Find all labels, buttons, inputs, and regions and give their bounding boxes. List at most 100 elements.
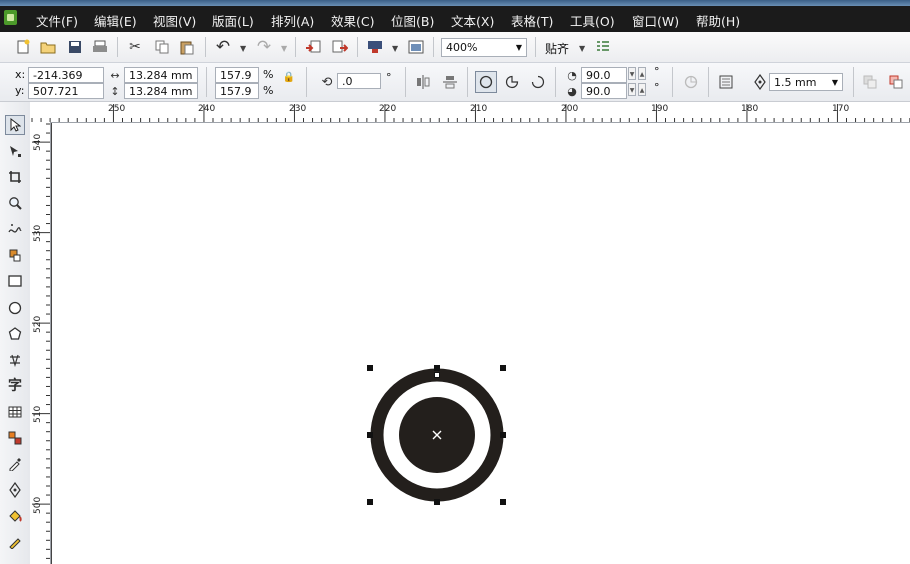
to-front-icon[interactable] [861,73,879,91]
y-position-field[interactable]: 507.721 mm [28,83,104,114]
ruler-h-label: 200 [561,104,579,114]
toolbar-separator [535,37,536,57]
menu-edit[interactable]: 编辑(E) [94,11,137,30]
snap-to-button[interactable]: 贴齐 [545,40,569,57]
undo-icon[interactable]: ↶ [214,37,232,57]
menu-bitmaps[interactable]: 位图(B) [391,11,434,30]
scale-x-field[interactable]: 157.9 [215,67,259,83]
menu-window[interactable]: 窗口(W) [632,11,679,30]
wrap-text-icon[interactable] [717,73,735,91]
polygon-tool-icon[interactable] [5,324,25,344]
scale-x-percent-label: % [263,68,274,81]
propbar-separator [672,67,673,97]
object-width-field[interactable]: 13.284 mm [124,67,198,83]
eyedropper-tool-icon[interactable] [5,454,25,474]
ruler-h-label: 240 [198,104,216,114]
propbar-separator [555,67,556,97]
basic-shapes-tool-icon[interactable] [5,350,25,370]
blend-tool-icon[interactable] [5,428,25,448]
menu-table[interactable]: 表格(T) [511,11,553,30]
height-icon: ↕ [110,84,120,98]
arc-mode-icon[interactable] [529,73,547,91]
menu-file[interactable]: 文件(F) [36,11,78,30]
rectangle-tool-icon[interactable] [5,271,25,291]
menu-tools[interactable]: 工具(O) [570,11,615,30]
selected-ellipse-group[interactable] [360,360,512,512]
ellipse-mode-icon[interactable] [475,71,497,93]
chevron-down-icon: ▼ [831,78,838,87]
toolbar-separator [433,37,434,57]
direction-icon[interactable] [682,73,700,91]
end-angle-spinner-down[interactable]: ▼ [628,83,636,96]
snap-dropdown-arrow[interactable]: ▼ [579,44,585,53]
ruler-v-label: 520 [33,315,43,333]
interactive-fill-tool-icon[interactable] [5,532,25,552]
launcher-dropdown-arrow[interactable]: ▼ [392,44,398,53]
scale-y-field[interactable]: 157.9 [215,83,259,99]
coreldraw-app-icon[interactable] [4,10,17,25]
propbar-separator [306,67,307,97]
scissors-icon[interactable]: ✂ [126,38,144,56]
selection-handle-bottom-right[interactable] [500,499,506,505]
propbar-separator [405,67,406,97]
selection-handle-bottom[interactable] [434,499,440,505]
end-angle-spinner-up[interactable]: ▲ [638,83,646,96]
start-angle-degree-label: ° [654,65,660,78]
open-folder-icon[interactable] [39,38,57,56]
object-height-field[interactable]: 13.284 mm [124,83,198,99]
outline-tool-icon[interactable] [5,480,25,500]
text-tool-icon[interactable]: 字 [5,375,25,395]
redo-dropdown-arrow[interactable]: ▼ [281,44,287,53]
menu-effects[interactable]: 效果(C) [331,11,374,30]
welcome-screen-icon[interactable] [407,38,425,56]
undo-dropdown-arrow[interactable]: ▼ [240,44,246,53]
rotation-angle-field[interactable]: .0 [337,73,381,89]
export-icon[interactable] [331,38,349,56]
selection-handle-right[interactable] [500,432,506,438]
outline-pen-icon[interactable] [751,73,769,91]
end-angle-field[interactable]: 90.0 [581,83,627,99]
ellipse-tool-icon[interactable] [5,298,25,318]
ruler-h-label: 170 [832,104,850,114]
start-angle-spinner-up[interactable]: ▲ [638,67,646,80]
outline-width-select[interactable]: 1.5 mm ▼ [769,73,843,91]
copy-icon[interactable] [153,38,171,56]
start-angle-spinner-down[interactable]: ▼ [628,67,636,80]
selection-handle-bottom-left[interactable] [367,499,373,505]
mirror-horizontal-icon[interactable] [414,73,432,91]
pie-mode-icon[interactable] [503,73,521,91]
menu-help[interactable]: 帮助(H) [696,11,740,30]
menu-arrange[interactable]: 排列(A) [271,11,314,30]
print-icon[interactable] [91,38,109,56]
redo-icon[interactable]: ↷ [255,37,273,57]
menu-view[interactable]: 视图(V) [153,11,196,30]
menu-text[interactable]: 文本(X) [451,11,494,30]
new-document-icon[interactable] [14,38,32,56]
pick-tool-icon[interactable] [5,115,25,135]
mirror-vertical-icon[interactable] [441,73,459,91]
smart-fill-tool-icon[interactable] [5,245,25,265]
application-launcher-icon[interactable] [366,38,384,56]
start-angle-field[interactable]: 90.0 [581,67,627,83]
selection-handle-top-right[interactable] [500,365,506,371]
shape-tool-icon[interactable] [5,141,25,161]
table-tool-icon[interactable] [5,402,25,422]
node-handle-top[interactable] [434,372,440,378]
selection-handle-left[interactable] [367,432,373,438]
x-position-field[interactable]: -214.369 mm [28,67,104,98]
crop-tool-icon[interactable] [5,167,25,187]
freehand-tool-icon[interactable] [5,219,25,239]
snap-options-icon[interactable] [594,38,612,56]
save-icon[interactable] [66,38,84,56]
lock-ratio-icon[interactable]: 🔒 [280,68,298,86]
paste-icon[interactable] [178,38,196,56]
propbar-separator [708,67,709,97]
fill-tool-icon[interactable] [5,506,25,526]
selection-handle-top[interactable] [434,365,440,371]
zoom-level-select[interactable]: 400% ▼ [441,38,527,57]
selection-handle-top-left[interactable] [367,365,373,371]
import-icon[interactable] [304,38,322,56]
to-back-icon[interactable] [887,73,905,91]
zoom-tool-icon[interactable] [5,193,25,213]
menu-layout[interactable]: 版面(L) [212,11,254,30]
